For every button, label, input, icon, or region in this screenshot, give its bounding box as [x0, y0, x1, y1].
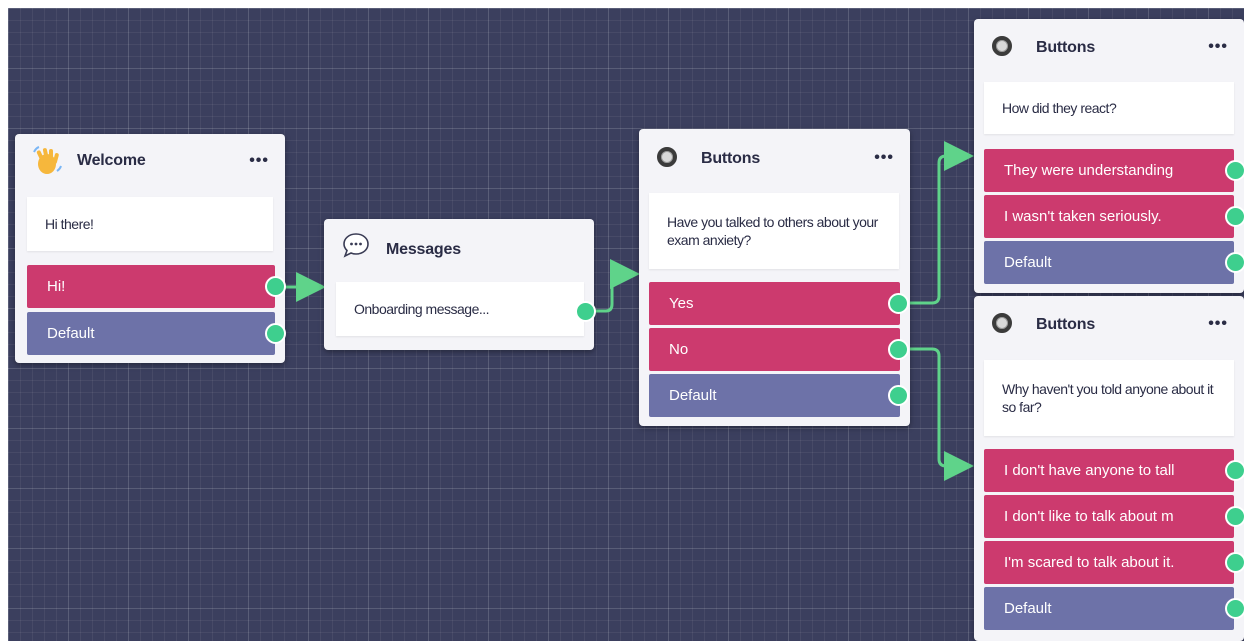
button-label: I wasn't taken seriously. [1004, 208, 1162, 225]
message-bubble: How did they react? [984, 82, 1234, 134]
node-title: Messages [386, 241, 461, 258]
button-no[interactable]: No [649, 328, 900, 371]
more-menu-icon[interactable]: ••• [1208, 38, 1228, 56]
message-bubble: Why haven't you told anyone about it so … [984, 360, 1234, 436]
button-they-were-understanding[interactable]: They were understanding [984, 149, 1234, 192]
output-port[interactable] [265, 276, 286, 297]
button-default[interactable]: Default [984, 587, 1234, 630]
radio-icon [992, 36, 1012, 56]
more-menu-icon[interactable]: ••• [1208, 315, 1228, 333]
button-label: Default [669, 387, 717, 404]
message-text: Hi there! [45, 216, 94, 232]
message-text: Why haven't you told anyone about it so … [1002, 381, 1214, 415]
edge-yes-to-react [901, 141, 974, 305]
message-text: How did they react? [1002, 100, 1117, 116]
node-welcome[interactable]: Welcome ••• Hi there! Hi! Default [15, 134, 286, 363]
output-port[interactable] [1225, 252, 1244, 273]
node-buttons-react[interactable]: Buttons ••• How did they react? They wer… [974, 19, 1244, 293]
button-label: I'm scared to talk about it. [1004, 554, 1175, 571]
message-text: Onboarding message... [354, 301, 490, 317]
node-welcome-header: Welcome ••• [15, 134, 285, 186]
more-menu-icon[interactable]: ••• [874, 149, 894, 167]
button-label: Default [1004, 600, 1052, 617]
button-hi[interactable]: Hi! [27, 265, 275, 308]
output-port[interactable] [265, 323, 286, 344]
button-yes[interactable]: Yes [649, 282, 900, 325]
output-port[interactable] [1225, 160, 1244, 181]
radio-icon [992, 313, 1012, 333]
button-label: Yes [669, 295, 694, 312]
message-text: Have you talked to others about your exa… [667, 214, 878, 248]
button-no-one-to-talk-to[interactable]: I don't have anyone to tall [984, 449, 1234, 492]
speech-bubble-icon [342, 231, 370, 264]
message-bubble: Have you talked to others about your exa… [649, 193, 899, 269]
button-not-taken-seriously[interactable]: I wasn't taken seriously. [984, 195, 1234, 238]
radio-icon [657, 147, 677, 167]
output-port[interactable] [1225, 206, 1244, 227]
button-label: I don't have anyone to tall [1004, 462, 1175, 479]
button-default[interactable]: Default [27, 312, 275, 355]
node-buttons-anxiety[interactable]: Buttons ••• Have you talked to others ab… [639, 129, 910, 426]
button-default[interactable]: Default [984, 241, 1234, 284]
output-port[interactable] [888, 293, 909, 314]
flow-canvas[interactable]: Welcome ••• Hi there! Hi! Default Messag… [8, 8, 1244, 641]
button-label: Default [1004, 254, 1052, 271]
more-menu-icon[interactable]: ••• [249, 152, 269, 170]
edge-no-to-why [901, 347, 974, 481]
output-port[interactable] [1225, 506, 1244, 527]
node-title: Buttons [701, 150, 761, 167]
output-port[interactable] [1225, 552, 1244, 573]
button-scared-to-talk[interactable]: I'm scared to talk about it. [984, 541, 1234, 584]
button-label: Hi! [47, 278, 66, 295]
output-port[interactable] [575, 301, 596, 322]
node-title: Buttons [1036, 316, 1096, 333]
top-strip [0, 0, 1244, 8]
node-title: Welcome [77, 152, 146, 169]
node-buttons-why[interactable]: Buttons ••• Why haven't you told anyone … [974, 296, 1244, 641]
button-dont-like-to-talk[interactable]: I don't like to talk about m [984, 495, 1234, 538]
output-port[interactable] [888, 385, 909, 406]
output-port[interactable] [1225, 460, 1244, 481]
button-label: No [669, 341, 689, 358]
message-bubble: Hi there! [27, 197, 273, 251]
output-port[interactable] [1225, 598, 1244, 619]
node-title: Buttons [1036, 39, 1096, 56]
output-port[interactable] [888, 339, 909, 360]
node-messages[interactable]: Messages Onboarding message... [324, 219, 596, 350]
message-bubble: Onboarding message... [336, 282, 584, 336]
button-label: They were understanding [1004, 162, 1174, 179]
button-label: I don't like to talk about m [1004, 508, 1174, 525]
button-default[interactable]: Default [649, 374, 900, 417]
waving-hand-icon [31, 144, 63, 181]
button-label: Default [47, 325, 95, 342]
